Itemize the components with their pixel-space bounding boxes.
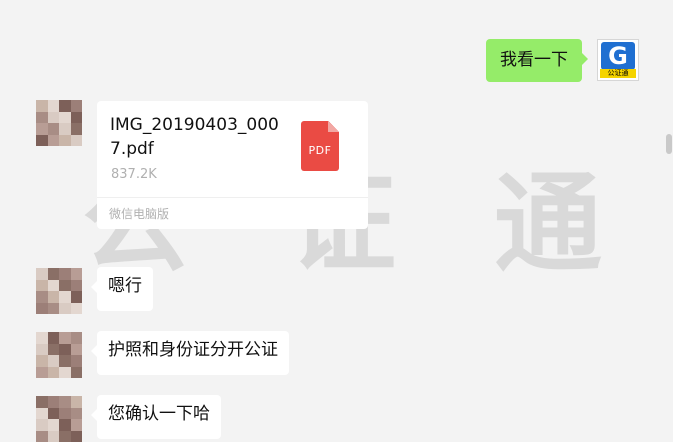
- avatar-pixel: [36, 280, 48, 292]
- avatar-pixel: [36, 291, 48, 303]
- avatar-pixel: [48, 268, 60, 280]
- avatar-pixel: [71, 112, 83, 124]
- watermark-char-3: 通: [494, 171, 602, 279]
- avatar-pixel: [36, 135, 48, 147]
- self-message-bubble[interactable]: 我看一下: [486, 39, 582, 82]
- chat-panel: 公 证 通 我看一下 G 公证通 IMG_20190403_0007.pdf 8…: [0, 0, 673, 438]
- message-bubble[interactable]: 护照和身份证分开公证: [97, 331, 289, 375]
- avatar-pixel: [59, 268, 71, 280]
- pdf-icon-label: PDF: [301, 144, 339, 157]
- avatar-pixel: [36, 123, 48, 135]
- avatar-pixel: [36, 344, 48, 356]
- avatar-pixel: [36, 367, 48, 379]
- avatar-pixel: [71, 332, 83, 344]
- file-message-card[interactable]: IMG_20190403_0007.pdf 837.2K PDF 微信电脑版: [97, 101, 368, 229]
- avatar-pixel: [48, 100, 60, 112]
- avatar-pixel: [36, 112, 48, 124]
- avatar-pixel: [71, 408, 83, 420]
- avatar-pixel: [36, 303, 48, 315]
- avatar-pixel: [71, 419, 83, 431]
- avatar-pixel: [36, 408, 48, 420]
- avatar-pixel: [71, 355, 83, 367]
- contact-avatar[interactable]: [36, 332, 82, 378]
- avatar-pixel: [48, 135, 60, 147]
- avatar-pixel: [48, 303, 60, 315]
- avatar-pixel: [71, 344, 83, 356]
- contact-avatar[interactable]: [36, 396, 82, 442]
- avatar-pixel: [59, 291, 71, 303]
- avatar-pixel: [59, 303, 71, 315]
- file-size: 837.2K: [111, 167, 157, 182]
- avatar-pixel: [48, 344, 60, 356]
- file-source: 微信电脑版: [109, 205, 169, 222]
- avatar-pixel: [71, 367, 83, 379]
- avatar-pixel: [48, 123, 60, 135]
- avatar-pixel: [71, 100, 83, 112]
- avatar-pixel: [71, 268, 83, 280]
- avatar-pixel: [59, 396, 71, 408]
- avatar-pixel: [71, 123, 83, 135]
- avatar-pixel: [36, 431, 48, 442]
- brand-logo-tag: 公证通: [600, 69, 636, 78]
- avatar-pixel: [59, 332, 71, 344]
- avatar-pixel: [36, 355, 48, 367]
- avatar-pixel: [71, 396, 83, 408]
- avatar-pixel: [71, 280, 83, 292]
- avatar-pixel: [71, 135, 83, 147]
- avatar-pixel: [48, 355, 60, 367]
- avatar-pixel: [48, 408, 60, 420]
- self-avatar[interactable]: G 公证通: [597, 39, 639, 81]
- avatar-pixel: [48, 280, 60, 292]
- avatar-pixel: [48, 367, 60, 379]
- avatar-pixel: [36, 268, 48, 280]
- avatar-pixel: [36, 396, 48, 408]
- avatar-pixel: [36, 332, 48, 344]
- file-name: IMG_20190403_0007.pdf: [110, 113, 280, 161]
- avatar-pixel: [71, 291, 83, 303]
- avatar-pixel: [59, 408, 71, 420]
- avatar-pixel: [71, 431, 83, 442]
- avatar-pixel: [36, 100, 48, 112]
- avatar-pixel: [59, 431, 71, 442]
- scrollbar-track[interactable]: [665, 0, 673, 438]
- avatar-pixel: [59, 355, 71, 367]
- avatar-pixel: [48, 396, 60, 408]
- avatar-pixel: [48, 112, 60, 124]
- message-bubble[interactable]: 您确认一下哈: [97, 395, 221, 439]
- divider: [97, 197, 368, 198]
- contact-avatar[interactable]: [36, 100, 82, 146]
- contact-avatar[interactable]: [36, 268, 82, 314]
- avatar-pixel: [59, 100, 71, 112]
- avatar-pixel: [59, 344, 71, 356]
- avatar-pixel: [59, 135, 71, 147]
- avatar-pixel: [48, 419, 60, 431]
- avatar-pixel: [59, 123, 71, 135]
- avatar-pixel: [59, 112, 71, 124]
- message-bubble[interactable]: 嗯行: [97, 267, 153, 311]
- pdf-file-icon-fold: [328, 121, 339, 132]
- avatar-pixel: [59, 419, 71, 431]
- avatar-pixel: [48, 431, 60, 442]
- avatar-pixel: [36, 419, 48, 431]
- brand-logo-letter: G: [601, 42, 635, 70]
- avatar-pixel: [71, 303, 83, 315]
- avatar-pixel: [59, 367, 71, 379]
- avatar-pixel: [59, 280, 71, 292]
- avatar-pixel: [48, 332, 60, 344]
- scrollbar-thumb[interactable]: [666, 134, 672, 154]
- avatar-pixel: [48, 291, 60, 303]
